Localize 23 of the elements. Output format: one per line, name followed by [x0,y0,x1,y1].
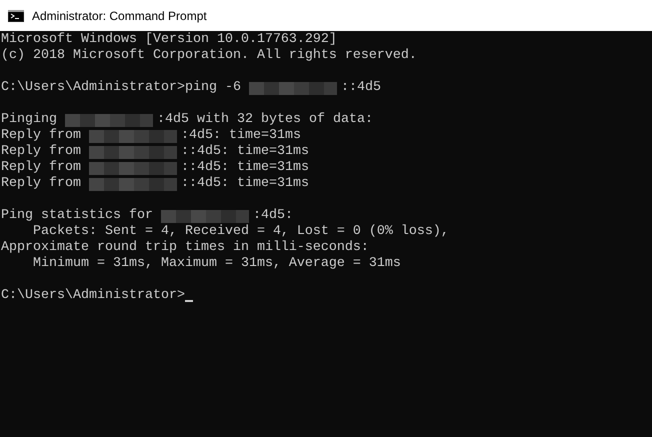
console-text: :4d5 with 32 bytes of data: [157,112,373,128]
console-text: Ping statistics for [1,208,153,224]
console-text: Minimum = 31ms, Maximum = 31ms, Average = 31ms [32,256,401,272]
console-text: (c) 2018 Microsoft Corporation. All rights reserved. [1,48,417,64]
console-app-icon [8,10,24,22]
console-text: ::4d5: time=31ms [180,176,309,192]
console-text: ::4d5: time=31ms [180,160,309,176]
console-text: :4d5: time=31ms [180,128,301,144]
console-text: Pinging [1,112,57,128]
text-cursor [184,300,193,302]
console-text: ::4d5: time=31ms [180,144,309,160]
console-text: C:\Users\Administrator> [1,288,185,304]
console-text: Reply from [1,128,81,144]
console-text: Approximate round trip times in milli-seconds: [1,240,369,256]
window-title: Administrator: Command Prompt [32,8,207,24]
console-text: Reply from [1,160,81,176]
console-text: Packets: Sent = 4, Received = 4, Lost = 0 (0% loss), [32,224,449,240]
console-text: Reply from [1,176,81,192]
console-text: ::4d5 [340,80,381,96]
console-text: Microsoft Windows [Version 10.0.17763.292] [1,32,337,48]
console-text: C:\Users\Administrator>ping -6 [1,80,241,96]
console-text: Reply from [1,144,81,160]
console-text: :4d5: [252,208,293,224]
